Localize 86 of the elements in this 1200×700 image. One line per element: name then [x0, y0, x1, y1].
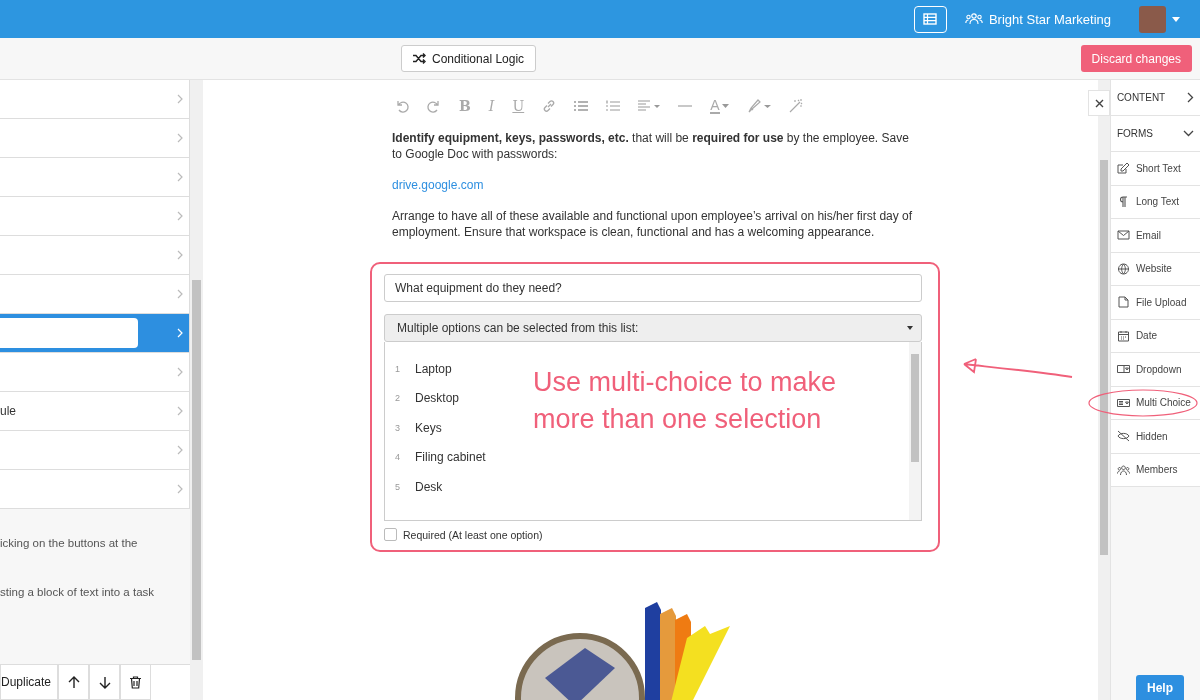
form-field-item[interactable]: Short Text: [1110, 152, 1200, 186]
scrollbar[interactable]: [1098, 80, 1110, 700]
option-label[interactable]: Desktop: [415, 391, 460, 406]
option-number: 2: [394, 393, 401, 404]
option-number: 4: [394, 452, 401, 463]
move-up-button[interactable]: [58, 665, 90, 700]
conditional-logic-button[interactable]: Conditional Logic: [401, 45, 537, 72]
form-field-item[interactable]: Members: [1110, 453, 1200, 487]
chevron-icon: [177, 94, 183, 104]
highlighter-icon[interactable]: [746, 99, 771, 113]
dropdown-icon: [1116, 363, 1130, 376]
envelope-icon: [1116, 229, 1130, 242]
redo-icon[interactable]: [427, 99, 441, 113]
option-label[interactable]: Laptop: [415, 361, 452, 376]
scrollbar[interactable]: [909, 342, 921, 520]
chevron-icon: [177, 289, 183, 299]
task-description: Arrange to have all of these available and functional upon employee’s arrival on his/her first day of employment. Ensure that workspace is clean, functional and has a welcoming appearance.: [392, 208, 914, 240]
panel-section-header[interactable]: FORMS: [1110, 116, 1200, 152]
option-label[interactable]: Keys: [415, 420, 442, 435]
option-label[interactable]: Filing cabinet: [415, 450, 486, 465]
task-list-item[interactable]: ule: [0, 392, 190, 431]
required-label: Required (At least one option): [403, 528, 543, 541]
chevron-icon: [177, 250, 183, 260]
table-icon: [923, 13, 938, 25]
edit-icon: [1116, 162, 1130, 175]
chevron-icon: [177, 445, 183, 455]
option-label[interactable]: Desk: [415, 479, 443, 494]
align-icon[interactable]: [638, 100, 661, 112]
close-button[interactable]: [1088, 90, 1110, 116]
form-field-item[interactable]: Hidden: [1110, 420, 1200, 454]
chevron-icon: [1187, 92, 1194, 103]
numbered-list-icon[interactable]: [606, 100, 621, 112]
avatar-placeholder[interactable]: [1139, 5, 1166, 33]
panel-section-header[interactable]: CONTENT: [1110, 80, 1200, 116]
table-view-button[interactable]: [913, 5, 947, 33]
duplicate-button[interactable]: Duplicate: [0, 665, 59, 700]
help-text: icking on the buttons at the: [0, 537, 139, 549]
move-down-button[interactable]: [89, 665, 121, 700]
caret-icon[interactable]: [1172, 16, 1180, 22]
file-icon: [1116, 296, 1130, 309]
task-list-item[interactable]: [0, 314, 190, 353]
option-number: 5: [394, 481, 401, 492]
chevron-icon: [177, 211, 183, 221]
arrow-down-icon: [98, 675, 111, 689]
caret-icon: [907, 326, 913, 330]
scrollbar[interactable]: [190, 80, 203, 700]
link-icon[interactable]: [542, 99, 557, 113]
horizontal-rule-icon[interactable]: [678, 104, 693, 108]
chevron-icon: [177, 133, 183, 143]
chevron-icon: [177, 367, 183, 377]
bulleted-list-icon[interactable]: [574, 100, 589, 112]
form-field-item[interactable]: Date: [1110, 319, 1200, 353]
people-icon: [1116, 463, 1130, 476]
form-field-item[interactable]: Dropdown: [1110, 353, 1200, 387]
calendar-icon: [1116, 329, 1130, 342]
drive-link[interactable]: drive.google.com: [392, 178, 918, 192]
delete-button[interactable]: [120, 665, 152, 700]
options-dropdown[interactable]: Multiple options can be selected from this list:: [384, 314, 922, 342]
help-text: sting a block of text into a task: [0, 586, 156, 598]
trash-icon: [130, 675, 142, 689]
options-list[interactable]: 1 Laptop 2 Desktop 3 Keys 4 Filing cabinet 5 Desk Use multi-choice to make more than one selection: [384, 342, 922, 521]
close-icon: [1094, 98, 1104, 108]
annotation-text: Use multi-choice to make more than one selection: [533, 366, 838, 436]
chevron-icon: [177, 172, 183, 182]
globe-icon: [1116, 262, 1130, 275]
form-field-item[interactable]: Email: [1110, 219, 1200, 253]
chevron-icon: [177, 406, 183, 416]
form-field-item[interactable]: Long Text: [1110, 185, 1200, 219]
shuffle-icon: [413, 53, 426, 64]
clear-format-icon[interactable]: [788, 99, 803, 113]
undo-icon[interactable]: [395, 99, 409, 113]
arrow-up-icon: [67, 675, 80, 689]
task-description: Identify equipment, keys, passwords, etc. that will be required for use by the employee. Save to Google Doc with passwords:: [392, 130, 910, 162]
chevron-icon: [177, 484, 183, 494]
question-field[interactable]: What equipment do they need?: [384, 274, 922, 302]
caret-icon: [721, 104, 729, 108]
eye-slash-icon: [1116, 430, 1130, 443]
option-number: 1: [394, 363, 401, 374]
chevron-icon: [177, 328, 183, 338]
chevron-icon: [1183, 130, 1194, 137]
form-field-item[interactable]: Website: [1110, 252, 1200, 286]
option-number: 3: [394, 422, 401, 433]
list-box-icon: [1116, 396, 1130, 409]
form-field-item[interactable]: File Upload: [1110, 286, 1200, 320]
team-icon: [964, 13, 983, 25]
required-checkbox[interactable]: [384, 528, 397, 541]
